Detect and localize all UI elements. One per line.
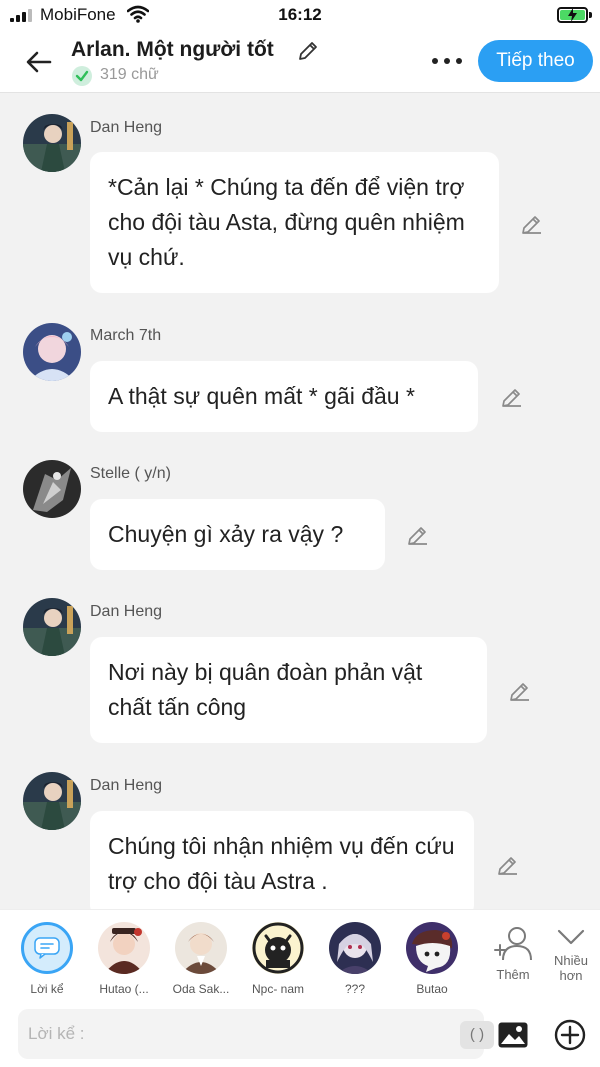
avatar-butao xyxy=(406,922,458,974)
character-selector: Lời kể Hutao (... Oda Sak... Npc- nam ??… xyxy=(0,909,600,999)
more-characters-label: Nhiều hơn xyxy=(554,953,588,983)
avatar-unknown xyxy=(329,922,381,974)
character-label: Oda Sak... xyxy=(172,982,230,996)
next-button[interactable]: Tiếp theo xyxy=(478,40,593,82)
edit-message-icon[interactable] xyxy=(496,853,520,877)
avatar-dan-heng[interactable] xyxy=(23,114,81,172)
add-person-icon xyxy=(494,927,532,961)
character-npc-nam[interactable]: Npc- nam xyxy=(239,922,317,996)
edit-message-icon[interactable] xyxy=(500,385,524,409)
character-butao[interactable]: Butao xyxy=(393,922,471,996)
edit-message-icon[interactable] xyxy=(520,212,544,236)
character-narrator[interactable]: Lời kể xyxy=(8,922,86,996)
message-author: Dan Heng xyxy=(90,119,163,136)
narration-input-wrapper: ( ) xyxy=(18,1009,494,1059)
status-time: 16:12 xyxy=(278,5,322,24)
avatar-oda xyxy=(175,922,227,974)
message-author: March 7th xyxy=(90,327,162,344)
character-unknown[interactable]: ??? xyxy=(316,922,394,996)
story-header: Arlan. Một người tốt 319 chữ Tiếp theo xyxy=(0,30,600,93)
more-characters-button[interactable]: Nhiều hơn xyxy=(545,926,597,983)
message-bubble[interactable]: Chúng tôi nhận nhiệm vụ đến cứu trợ cho … xyxy=(90,811,474,909)
message-author: Dan Heng xyxy=(90,603,163,620)
chat-area[interactable]: Dan Heng *Cản lại * Chúng ta đến để viện… xyxy=(0,94,600,909)
image-icon[interactable] xyxy=(497,1021,529,1049)
check-icon xyxy=(72,66,92,86)
chevron-down-icon xyxy=(557,929,585,945)
character-label: Butao xyxy=(416,982,448,996)
character-label: ??? xyxy=(344,982,366,996)
story-title[interactable]: Arlan. Một người tốt xyxy=(71,38,274,62)
avatar-march-7th[interactable] xyxy=(23,323,81,381)
avatar-stelle[interactable] xyxy=(23,460,81,518)
edit-title-icon[interactable] xyxy=(296,39,320,63)
battery-icon xyxy=(557,7,588,23)
message-bubble[interactable]: Nơi này bị quân đoàn phản vật chất tấn c… xyxy=(90,637,487,743)
message-bubble[interactable]: A thật sự quên mất * gãi đầu * xyxy=(90,361,478,432)
message-bubble[interactable]: Chuyện gì xảy ra vậy ? xyxy=(90,499,385,570)
character-hutao[interactable]: Hutao (... xyxy=(85,922,163,996)
character-oda[interactable]: Oda Sak... xyxy=(162,922,240,996)
message-author: Dan Heng xyxy=(90,777,163,794)
add-character-label: Thêm xyxy=(496,967,530,982)
edit-message-icon[interactable] xyxy=(406,523,430,547)
character-label: Hutao (... xyxy=(99,982,149,996)
message-bubble[interactable]: *Cản lại * Chúng ta đến để viện trợ cho … xyxy=(90,152,499,293)
back-arrow-icon[interactable] xyxy=(24,47,54,77)
input-bar: ( ) xyxy=(0,999,600,1067)
avatar-npc-nam xyxy=(252,922,304,974)
narration-icon xyxy=(21,922,73,974)
character-label: Lời kể xyxy=(30,982,64,996)
status-bar: MobiFone 16:12 xyxy=(0,0,600,30)
parentheses-button[interactable]: ( ) xyxy=(460,1021,494,1049)
narration-input[interactable] xyxy=(28,1009,438,1059)
avatar-dan-heng[interactable] xyxy=(23,598,81,656)
avatar-dan-heng[interactable] xyxy=(23,772,81,830)
avatar-hutao xyxy=(98,922,150,974)
character-label: Npc- nam xyxy=(251,982,304,996)
edit-message-icon[interactable] xyxy=(508,679,532,703)
more-options-icon[interactable] xyxy=(432,58,462,64)
add-icon[interactable] xyxy=(554,1019,586,1051)
message-author: Stelle ( y/n) xyxy=(90,465,171,482)
battery-cap xyxy=(589,12,592,18)
add-character-button[interactable]: Thêm xyxy=(488,926,538,982)
word-count: 319 chữ xyxy=(100,66,159,83)
